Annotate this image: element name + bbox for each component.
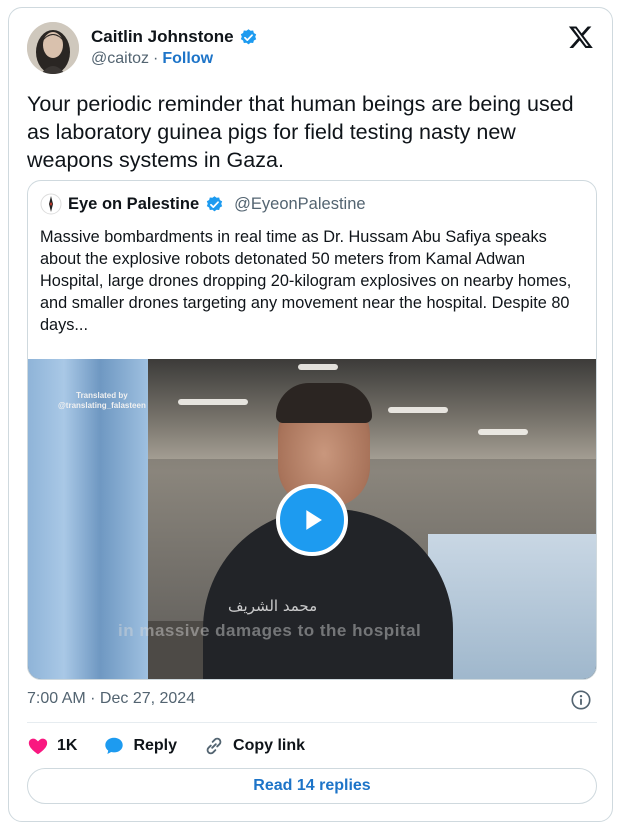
quoted-text: Massive bombardments in real time as Dr.… [40, 228, 572, 334]
separator: · [153, 50, 159, 67]
reply-button[interactable]: Reply [103, 735, 177, 757]
quoted-author-handle[interactable]: @EyeonPalestine [234, 195, 365, 214]
hospital-bed [428, 534, 596, 679]
x-logo-icon[interactable] [568, 24, 594, 50]
author-handle[interactable]: @caitoz [91, 50, 149, 68]
author-name[interactable]: Caitlin Johnstone [91, 27, 234, 47]
like-button[interactable]: 1K [27, 735, 77, 757]
heart-icon [27, 735, 49, 757]
link-icon [203, 735, 225, 757]
verified-badge-icon [239, 28, 258, 47]
quoted-avatar [40, 193, 62, 215]
video-thumbnail[interactable]: Translated by @translating_falasteen محم… [28, 359, 596, 679]
watermark-line-2: @translating_falasteen [58, 401, 146, 410]
copy-link-button[interactable]: Copy link [203, 735, 305, 757]
read-replies-button[interactable]: Read 14 replies [27, 768, 597, 804]
divider [27, 722, 597, 723]
watermark-line-1: Translated by [76, 391, 128, 400]
like-count: 1K [57, 737, 78, 754]
quoted-tweet[interactable]: Eye on Palestine @EyeonPalestine Massive… [27, 180, 597, 680]
video-caption-arabic: محمد الشريف [228, 597, 318, 615]
tweet-text: Your periodic reminder that human beings… [27, 92, 574, 172]
play-button[interactable] [276, 484, 348, 556]
tweet-timestamp[interactable]: 7:00 AM · Dec 27, 2024 [27, 690, 195, 708]
ceiling-light [478, 429, 528, 435]
author-name-row[interactable]: Caitlin Johnstone [91, 27, 258, 47]
speaker-hair [276, 383, 372, 423]
reply-bubble-icon [103, 735, 125, 757]
action-bar: 1K Reply Copy link [27, 733, 331, 759]
author-handle-row: @caitoz · Follow [91, 50, 213, 68]
reply-label: Reply [133, 737, 178, 754]
ceiling-light [178, 399, 248, 405]
author-avatar[interactable] [27, 22, 79, 74]
verified-badge-icon [205, 195, 224, 214]
copy-link-label: Copy link [233, 737, 306, 754]
ceiling-light [298, 364, 338, 370]
tweet-card: Caitlin Johnstone @caitoz · Follow Your … [8, 7, 613, 822]
quoted-header: Eye on Palestine @EyeonPalestine [40, 193, 366, 215]
video-caption-english: in massive damages to the hospital [118, 621, 422, 640]
follow-button[interactable]: Follow [162, 50, 213, 68]
play-icon [306, 510, 322, 530]
quoted-author-name[interactable]: Eye on Palestine [68, 195, 199, 214]
video-watermark: Translated by @translating_falasteen [58, 391, 146, 411]
ceiling-light [388, 407, 448, 413]
info-icon[interactable] [570, 689, 592, 711]
